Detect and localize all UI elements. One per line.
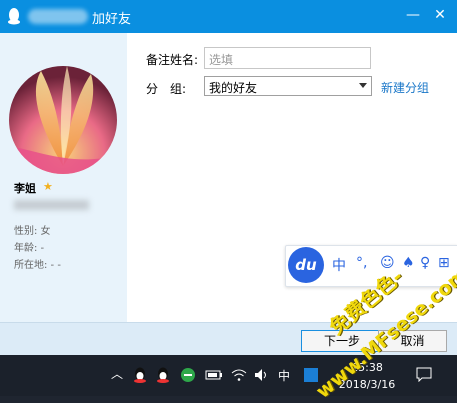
close-button[interactable]: ✕ bbox=[431, 6, 449, 24]
skin-icon[interactable]: ♠ bbox=[402, 255, 415, 271]
remark-label: 备注姓名: bbox=[146, 53, 199, 67]
qq-penguin-icon bbox=[8, 8, 20, 25]
gender-info: 性别: 女 bbox=[14, 226, 51, 237]
user-icon[interactable]: ♀ bbox=[420, 255, 430, 271]
taskbar-ime-mode[interactable]: 中 bbox=[278, 367, 290, 384]
blurred-qq-number bbox=[14, 200, 89, 210]
group-label: 分 组: bbox=[146, 82, 187, 96]
age-info: 年龄: - bbox=[14, 243, 45, 254]
remark-input[interactable]: 选填 bbox=[204, 47, 371, 69]
minimize-button[interactable]: — bbox=[404, 6, 422, 24]
star-icon: ★ bbox=[43, 180, 53, 193]
blurred-user-name bbox=[28, 9, 88, 24]
group-select-value: 我的好友 bbox=[209, 81, 258, 95]
notification-icon[interactable] bbox=[416, 367, 432, 382]
tray-expand-chevron-icon[interactable]: ︿ bbox=[111, 365, 123, 382]
nickname: 李姐 bbox=[14, 182, 36, 195]
profile-panel: 李姐 ★ 性别: 女 年龄: - 所在地: - - bbox=[0, 33, 127, 322]
title-bar[interactable]: 加好友 — ✕ bbox=[0, 0, 457, 33]
new-group-link[interactable]: 新建分组 bbox=[381, 79, 429, 96]
ime-mode-toggle[interactable]: 中 bbox=[332, 255, 346, 275]
qq-tray-icon[interactable] bbox=[133, 367, 147, 383]
battery-icon[interactable] bbox=[205, 369, 223, 381]
baidu-ime-logo-icon[interactable]: du bbox=[288, 247, 324, 283]
punctuation-icon[interactable]: °, bbox=[356, 255, 367, 271]
taskbar: ︿ 中 15:38 2018/3/16 bbox=[0, 355, 457, 396]
qq-tray-icon-2[interactable] bbox=[156, 367, 170, 383]
location-info: 所在地: - - bbox=[14, 260, 61, 271]
ime-s-icon[interactable] bbox=[304, 368, 318, 382]
volume-icon[interactable] bbox=[254, 368, 270, 382]
group-select[interactable]: 我的好友 bbox=[204, 76, 372, 96]
green-app-icon[interactable] bbox=[181, 368, 195, 382]
grid-menu-icon[interactable]: ⊞ bbox=[438, 255, 450, 271]
dropdown-arrow-icon bbox=[359, 83, 367, 88]
avatar bbox=[9, 66, 117, 174]
wifi-icon[interactable] bbox=[231, 368, 247, 382]
window-title: 加好友 bbox=[92, 12, 132, 27]
add-friend-window: 加好友 — ✕ 李姐 ★ 性别: 女 年龄: - 所在地: - - 备注姓名: … bbox=[0, 0, 457, 355]
